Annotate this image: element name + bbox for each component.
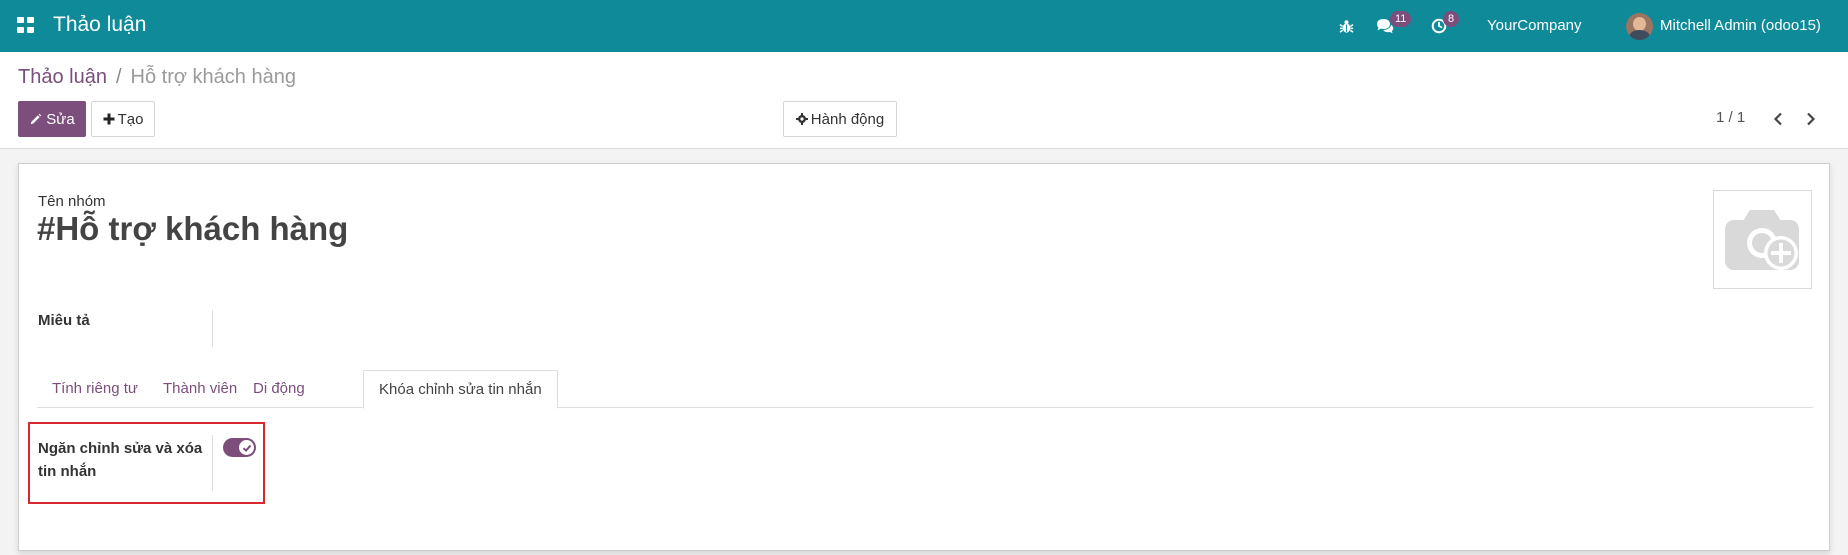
edit-button[interactable]: Sửa	[18, 101, 86, 137]
create-button-label: Tạo	[117, 110, 144, 128]
apps-grid-icon[interactable]	[17, 17, 35, 33]
debug-button[interactable]	[1339, 0, 1354, 52]
bug-icon	[1339, 19, 1354, 33]
breadcrumb-current: Hỗ trợ khách hàng	[130, 66, 296, 88]
pencil-icon	[31, 113, 42, 124]
tab-message-edit-lock[interactable]: Khóa chỉnh sửa tin nhắn	[363, 370, 558, 409]
prevent-edit-delete-toggle[interactable]	[223, 438, 256, 457]
user-avatar[interactable]	[1626, 13, 1653, 40]
messages-button[interactable]	[1376, 0, 1394, 52]
tab-members[interactable]: Thành viên	[148, 370, 252, 408]
chevron-left-icon	[1773, 112, 1782, 126]
create-button[interactable]: Tạo	[91, 101, 155, 137]
field-separator	[212, 435, 213, 491]
user-menu[interactable]: Mitchell Admin (odoo15)	[1660, 17, 1821, 34]
company-switcher[interactable]: YourCompany	[1487, 17, 1582, 34]
group-name-value: #Hỗ trợ khách hàng	[37, 210, 349, 247]
plus-icon	[103, 113, 115, 125]
toggle-knob	[239, 440, 254, 455]
description-separator	[212, 310, 213, 347]
tab-mobile[interactable]: Di động	[238, 370, 320, 408]
activities-button[interactable]	[1431, 0, 1447, 52]
breadcrumb: Thảo luận / Hỗ trợ khách hàng	[18, 66, 296, 89]
prevent-edit-delete-label: Ngăn chỉnh sửa và xóa tin nhắn	[38, 440, 203, 480]
edit-button-label: Sửa	[46, 110, 75, 128]
gear-icon	[795, 113, 808, 125]
description-field[interactable]	[229, 312, 829, 332]
control-panel: Thảo luận / Hỗ trợ khách hàng Sửa Tạo Hà…	[0, 52, 1848, 149]
notebook-tabs: Tính riêng tư Thành viên Di động Khóa ch…	[37, 370, 1813, 409]
messages-count-badge: 11	[1390, 11, 1412, 27]
description-label: Miêu tả	[38, 312, 90, 329]
pager-next-button[interactable]	[1801, 109, 1821, 129]
group-image-field[interactable]	[1713, 190, 1812, 289]
form-sheet: Tên nhóm #Hỗ trợ khách hàng Miêu tả Tính…	[18, 163, 1830, 551]
pager-previous-button[interactable]	[1768, 109, 1788, 129]
camera-plus-icon	[1725, 210, 1799, 270]
breadcrumb-separator: /	[115, 66, 122, 88]
group-name-label: Tên nhóm	[38, 193, 106, 210]
action-menu-label: Hành động	[810, 110, 885, 128]
breadcrumb-parent-link[interactable]: Thảo luận	[18, 66, 107, 89]
chevron-right-icon	[1807, 112, 1816, 126]
tab-privacy[interactable]: Tính riêng tư	[37, 370, 153, 408]
action-menu-button[interactable]: Hành động	[783, 101, 897, 137]
top-navbar: Thảo luận 11 8 YourCompany Mitchell Admi…	[0, 0, 1848, 52]
pager-value[interactable]: 1 / 1	[1716, 109, 1745, 126]
app-title[interactable]: Thảo luận	[53, 13, 146, 37]
check-icon	[242, 444, 251, 452]
activities-count-badge: 8	[1443, 11, 1460, 27]
